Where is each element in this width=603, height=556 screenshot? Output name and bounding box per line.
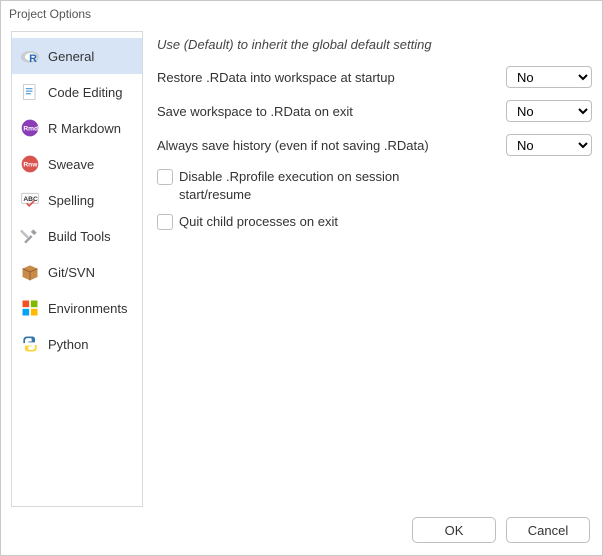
sidebar-item-label: Git/SVN [48, 265, 95, 280]
sidebar-item-label: Python [48, 337, 88, 352]
cancel-button[interactable]: Cancel [506, 517, 590, 543]
sidebar-item-code-editing[interactable]: Code Editing [12, 74, 142, 110]
sidebar-item-label: Code Editing [48, 85, 122, 100]
sidebar-item-label: Build Tools [48, 229, 111, 244]
rnw-badge-icon: Rnw [20, 154, 40, 174]
sidebar-item-label: Sweave [48, 157, 94, 172]
sidebar-item-git-svn[interactable]: Git/SVN [12, 254, 142, 290]
python-logo-icon [20, 334, 40, 354]
default-hint: Use (Default) to inherit the global defa… [157, 37, 592, 52]
sidebar-item-label: Environments [48, 301, 127, 316]
windows-tiles-icon [20, 298, 40, 318]
restore-rdata-label: Restore .RData into workspace at startup [157, 70, 506, 85]
sidebar-item-label: R Markdown [48, 121, 121, 136]
dialog-title: Project Options [1, 1, 602, 23]
restore-rdata-select[interactable]: No [506, 66, 592, 88]
svg-text:Rnw: Rnw [23, 162, 38, 169]
rmd-badge-icon: Rmd [20, 118, 40, 138]
disable-rprofile-label: Disable .Rprofile execution on session s… [179, 168, 439, 203]
save-history-select[interactable]: No [506, 134, 592, 156]
sidebar-item-spelling[interactable]: ABC Spelling [12, 182, 142, 218]
general-panel: Use (Default) to inherit the global defa… [157, 31, 592, 507]
disable-rprofile-checkbox[interactable] [157, 169, 173, 185]
ok-button[interactable]: OK [412, 517, 496, 543]
save-workspace-select[interactable]: No [506, 100, 592, 122]
save-history-label: Always save history (even if not saving … [157, 138, 506, 153]
quit-child-label: Quit child processes on exit [179, 213, 338, 231]
sidebar-item-label: Spelling [48, 193, 94, 208]
sidebar: R General Code Editing [11, 31, 143, 507]
dialog-body: R General Code Editing [1, 23, 602, 511]
restore-rdata-row: Restore .RData into workspace at startup… [157, 66, 592, 88]
abc-check-icon: ABC [20, 190, 40, 210]
sidebar-item-general[interactable]: R General [12, 38, 142, 74]
box-icon [20, 262, 40, 282]
svg-text:Rmd: Rmd [23, 126, 38, 133]
svg-text:R: R [29, 53, 37, 65]
svg-text:ABC: ABC [23, 196, 38, 203]
tools-icon [20, 226, 40, 246]
sidebar-item-build-tools[interactable]: Build Tools [12, 218, 142, 254]
disable-rprofile-row: Disable .Rprofile execution on session s… [157, 168, 592, 203]
document-lines-icon [20, 82, 40, 102]
sidebar-item-environments[interactable]: Environments [12, 290, 142, 326]
save-history-row: Always save history (even if not saving … [157, 134, 592, 156]
dialog-footer: OK Cancel [1, 511, 602, 555]
quit-child-checkbox[interactable] [157, 214, 173, 230]
sidebar-item-python[interactable]: Python [12, 326, 142, 362]
sidebar-item-sweave[interactable]: Rnw Sweave [12, 146, 142, 182]
project-options-dialog: Project Options R General [0, 0, 603, 556]
quit-child-row: Quit child processes on exit [157, 213, 592, 231]
save-workspace-row: Save workspace to .RData on exit No [157, 100, 592, 122]
save-workspace-label: Save workspace to .RData on exit [157, 104, 506, 119]
sidebar-item-label: General [48, 49, 94, 64]
r-logo-icon: R [20, 46, 40, 66]
sidebar-item-r-markdown[interactable]: Rmd R Markdown [12, 110, 142, 146]
